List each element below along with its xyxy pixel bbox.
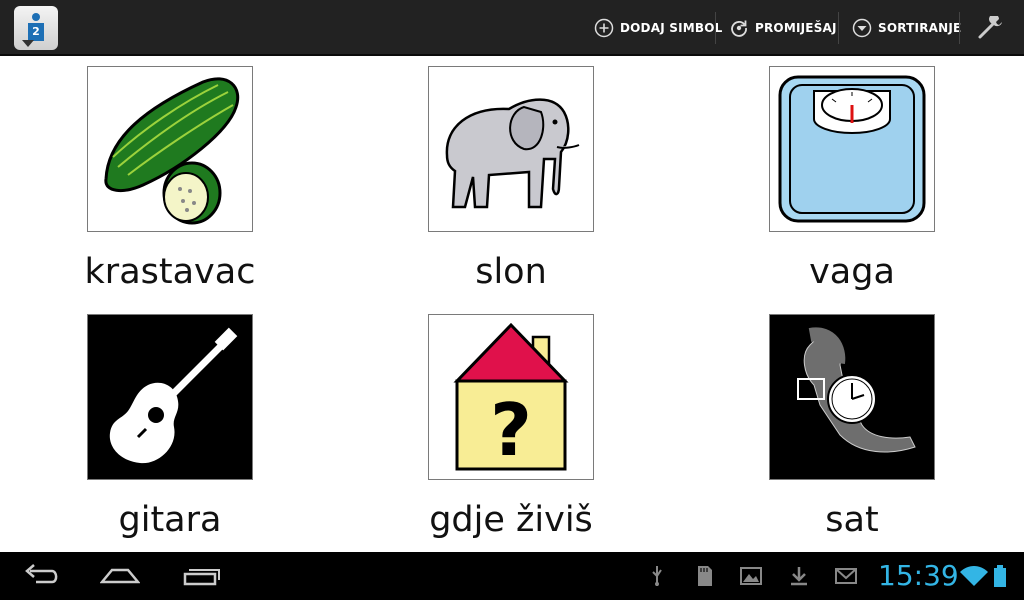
app-icon-number: 2 [32, 25, 40, 38]
divider [838, 12, 839, 44]
guitar-image [109, 327, 238, 464]
refresh-icon [729, 18, 749, 38]
sort-label: SORTIRANJE [878, 21, 962, 35]
symbol-label[interactable]: gdje živiš [341, 500, 681, 540]
settings-button[interactable] [976, 12, 1012, 44]
mail-icon [834, 564, 858, 588]
back-icon[interactable] [22, 560, 62, 592]
sd-card-icon [692, 564, 716, 588]
symbol-label[interactable]: sat [682, 500, 1022, 540]
action-bar: 2 DODAJ SIMBOL PROMIJEŠAJ SORTIRANJE [0, 0, 1024, 56]
recent-apps-icon[interactable] [181, 560, 221, 592]
elephant-image [445, 98, 580, 209]
shuffle-button[interactable]: PROMIJEŠAJ [729, 12, 837, 44]
battery-icon [992, 564, 1008, 588]
svg-text:?: ? [490, 388, 532, 472]
divider [715, 12, 716, 44]
sort-button[interactable]: SORTIRANJE [852, 12, 961, 44]
home-icon[interactable] [100, 560, 140, 592]
symbol-card-house[interactable]: ? [428, 314, 594, 480]
image-icon [739, 564, 763, 588]
symbol-label[interactable]: vaga [682, 252, 1022, 292]
symbol-label[interactable]: krastavac [0, 252, 340, 292]
app-icon[interactable]: 2 [14, 6, 58, 50]
shuffle-label: PROMIJEŠAJ [755, 21, 837, 35]
symbol-card-elephant[interactable] [428, 66, 594, 232]
sort-down-icon [852, 18, 872, 38]
cucumber-image [104, 77, 240, 225]
symbol-label[interactable]: gitara [0, 500, 340, 540]
symbol-card-cucumber[interactable] [87, 66, 253, 232]
divider [959, 12, 960, 44]
download-icon [787, 564, 811, 588]
wrench-icon [976, 16, 1006, 40]
house-question-image: ? [453, 322, 569, 472]
system-bar [0, 552, 1024, 600]
scale-image [778, 75, 926, 223]
add-symbol-button[interactable]: DODAJ SIMBOL [594, 12, 723, 44]
speech-tail [22, 40, 34, 47]
watch-image [797, 327, 916, 453]
clock: 15:39 [878, 559, 959, 592]
symbol-card-watch[interactable] [769, 314, 935, 480]
symbol-card-guitar[interactable] [87, 314, 253, 480]
add-circle-icon [594, 18, 614, 38]
usb-icon [645, 564, 669, 588]
figure-head [32, 13, 40, 21]
add-symbol-label: DODAJ SIMBOL [620, 21, 723, 35]
wifi-icon [960, 564, 988, 588]
symbol-label[interactable]: slon [341, 252, 681, 292]
symbol-card-scale[interactable] [769, 66, 935, 232]
